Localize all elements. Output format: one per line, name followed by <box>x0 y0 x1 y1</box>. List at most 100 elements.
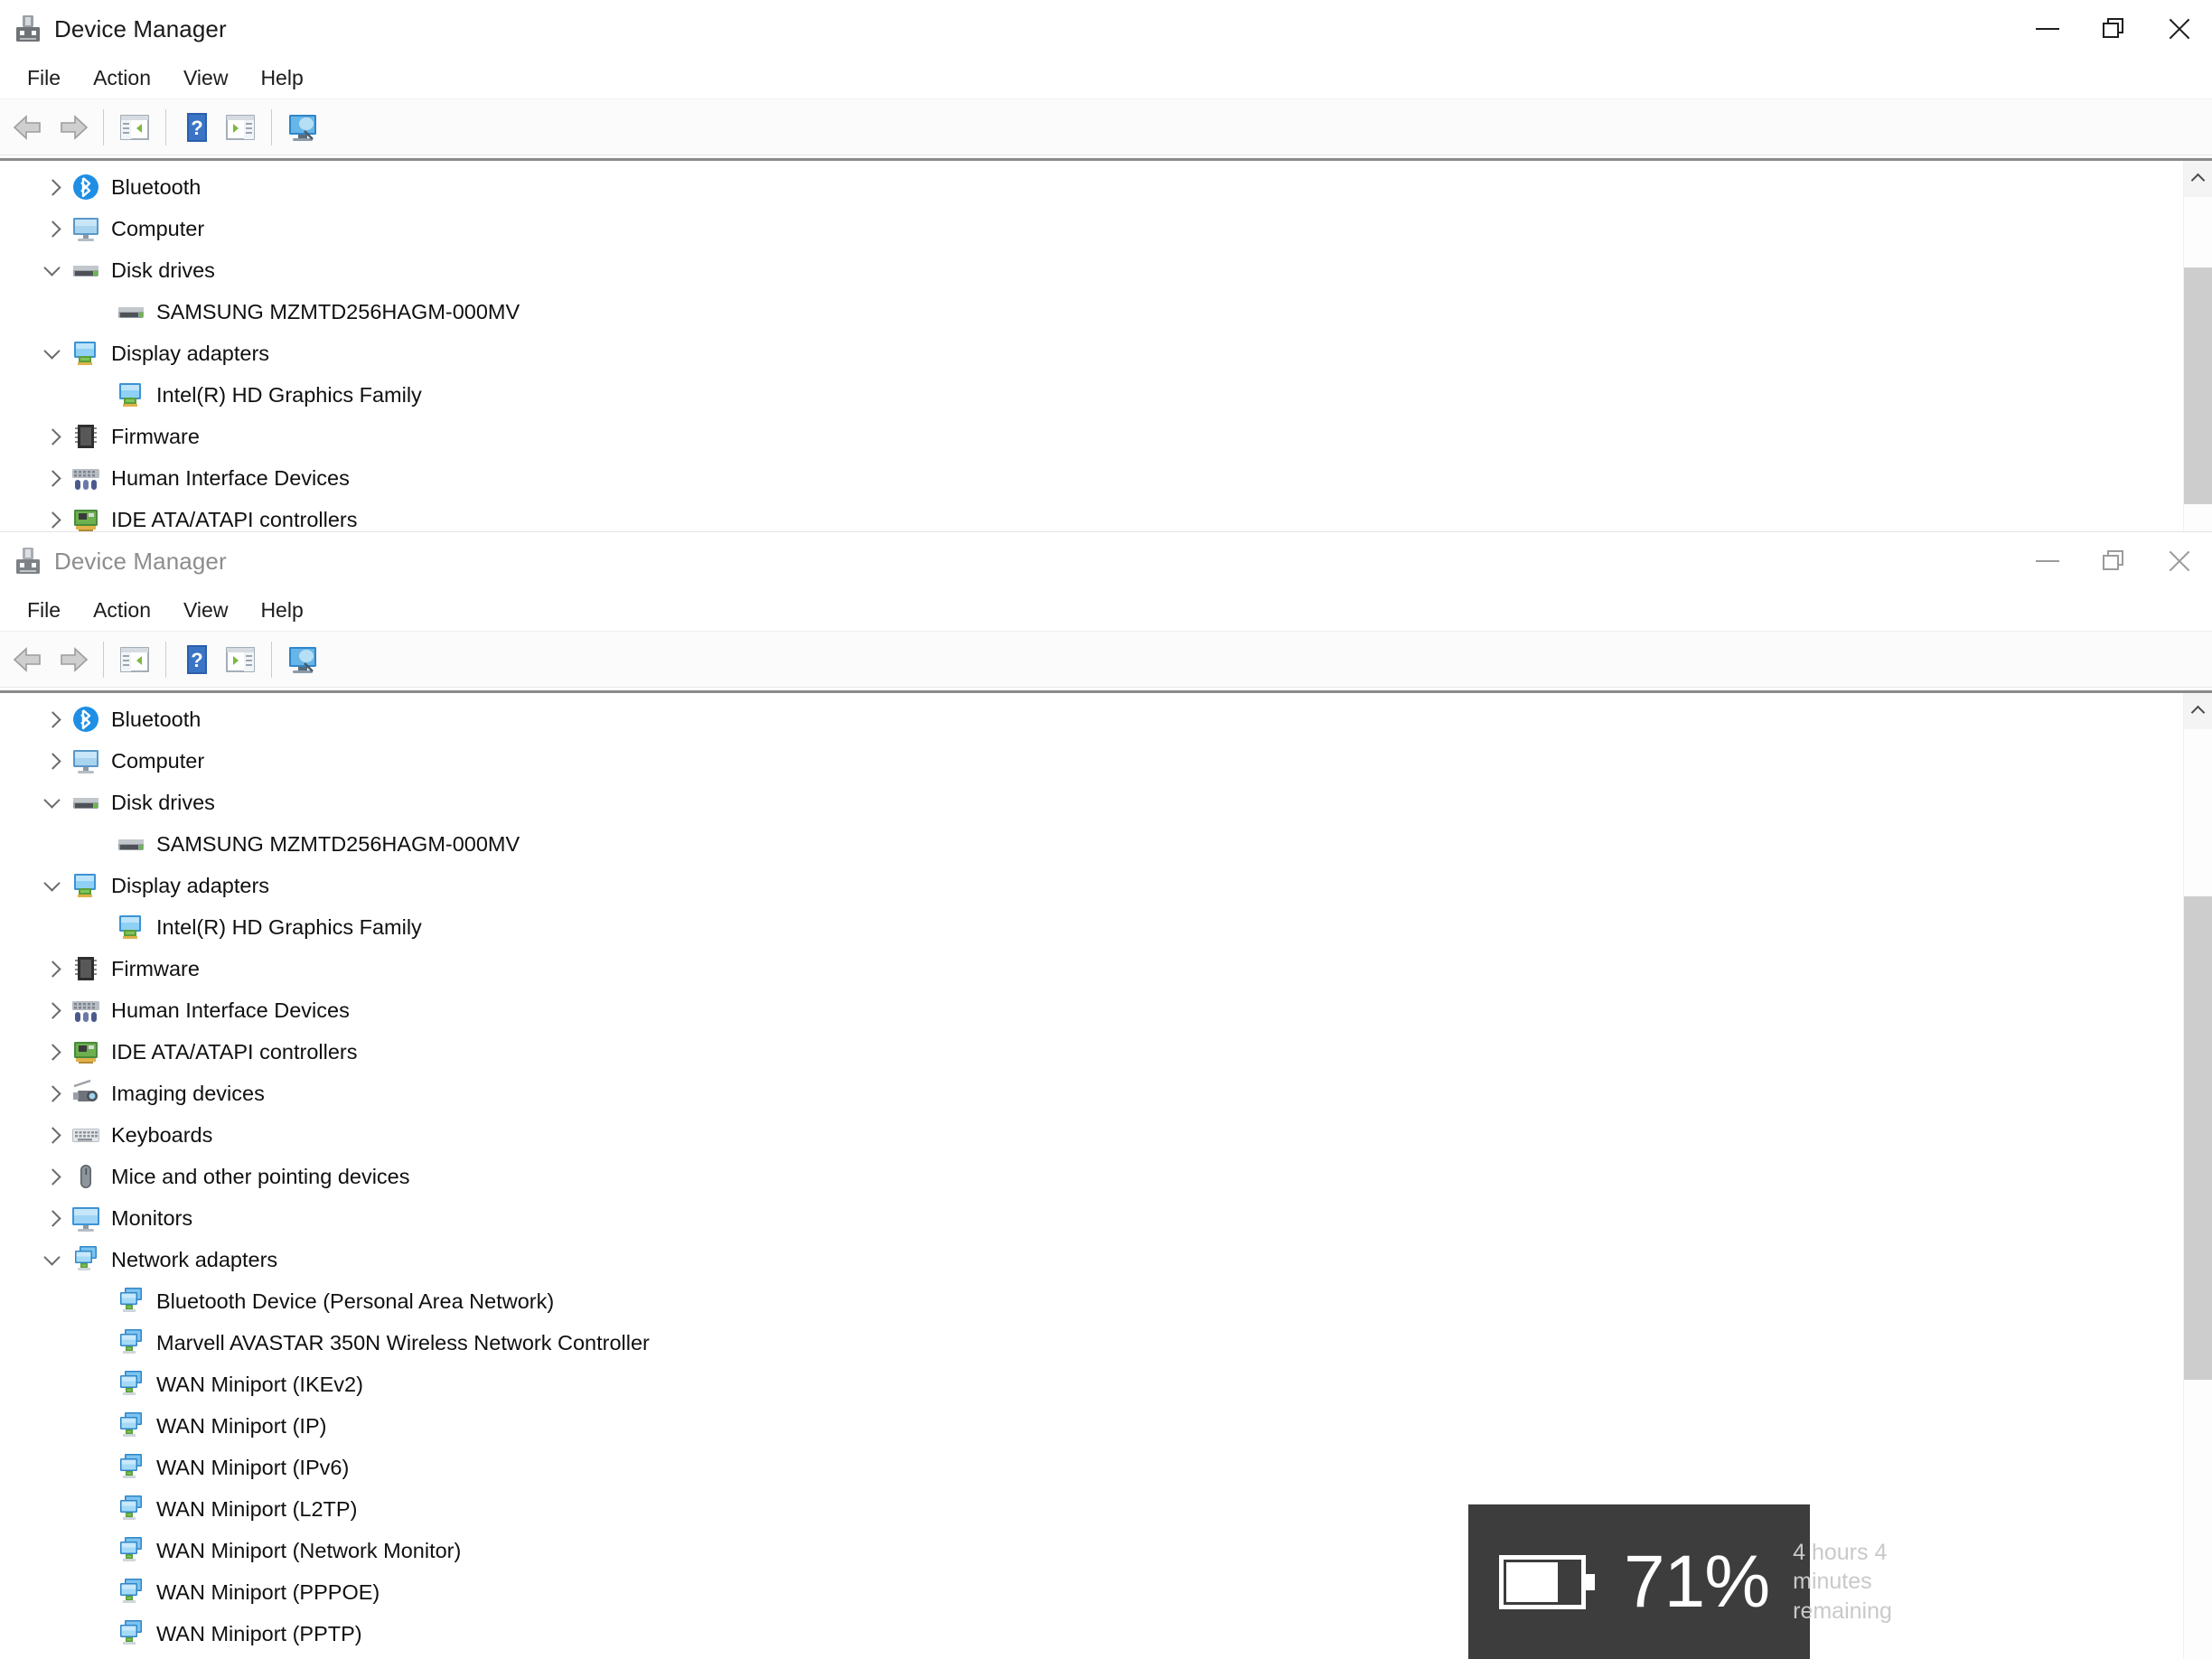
back-button[interactable] <box>7 106 51 149</box>
network-adapter-icon <box>116 1535 146 1566</box>
device-tree-row[interactable]: Bluetooth Device (Personal Area Network) <box>0 1280 2212 1322</box>
expand-toggle[interactable] <box>38 1031 65 1073</box>
menu-file[interactable]: File <box>11 595 77 626</box>
minimize-button[interactable] <box>2014 532 2080 590</box>
collapse-toggle[interactable] <box>38 865 65 906</box>
device-tree-row[interactable]: Marvell AVASTAR 350N Wireless Network Co… <box>0 1322 2212 1364</box>
device-tree-label: Disk drives <box>111 790 215 814</box>
expand-toggle[interactable] <box>38 989 65 1031</box>
collapse-toggle[interactable] <box>38 333 65 374</box>
menu-view[interactable]: View <box>167 595 244 626</box>
expand-toggle[interactable] <box>38 1197 65 1239</box>
device-tree-label: Mice and other pointing devices <box>111 1164 410 1188</box>
device-tree-row[interactable]: Keyboards <box>0 1114 2212 1156</box>
scroll-up-button[interactable] <box>2184 161 2212 197</box>
properties-button[interactable] <box>219 638 262 681</box>
device-tree-row[interactable]: Computer <box>0 740 2212 782</box>
restore-button[interactable] <box>2080 0 2146 58</box>
window-1-titlebar[interactable]: Device Manager <box>0 0 2212 58</box>
chevron-right-icon <box>43 220 61 238</box>
expand-toggle[interactable] <box>38 1114 65 1156</box>
device-tree-row[interactable]: SAMSUNG MZMTD256HAGM-000MV <box>0 291 2212 333</box>
scroll-up-button[interactable] <box>2184 693 2212 729</box>
device-tree-row[interactable]: Mice and other pointing devices <box>0 1156 2212 1197</box>
expand-toggle[interactable] <box>38 457 65 499</box>
scrollbar-thumb[interactable] <box>2184 896 2212 1380</box>
expand-toggle[interactable] <box>38 948 65 989</box>
device-tree-row[interactable]: Display adapters <box>0 865 2212 906</box>
window-2-titlebar[interactable]: Device Manager <box>0 532 2212 590</box>
device-tree-row[interactable]: Computer <box>0 208 2212 249</box>
menu-help[interactable]: Help <box>244 62 319 94</box>
expand-toggle[interactable] <box>38 1073 65 1114</box>
imaging-device-icon <box>70 1078 101 1109</box>
device-tree-row[interactable]: WAN Miniport (L2TP) <box>0 1488 2212 1530</box>
device-tree-row[interactable]: WAN Miniport (IP) <box>0 1405 2212 1447</box>
help-button[interactable]: ? <box>175 638 219 681</box>
collapse-toggle[interactable] <box>38 782 65 823</box>
expand-toggle[interactable] <box>38 416 65 457</box>
battery-notification-toast[interactable]: 71% 4 hours 4 minutes remaining <box>1468 1504 1892 1659</box>
device-tree-row[interactable]: WAN Miniport (IPv6) <box>0 1447 2212 1488</box>
device-tree-row[interactable]: Human Interface Devices <box>0 457 2212 499</box>
device-tree-row[interactable]: Bluetooth <box>0 166 2212 208</box>
menu-view[interactable]: View <box>167 62 244 94</box>
device-tree-row[interactable]: Imaging devices <box>0 1073 2212 1114</box>
device-tree-row[interactable]: Intel(R) HD Graphics Family <box>0 374 2212 416</box>
window-2-toolbar: ? <box>0 632 2212 688</box>
properties-button[interactable] <box>219 106 262 149</box>
device-tree-row[interactable]: SAMSUNG MZMTD256HAGM-000MV <box>0 823 2212 865</box>
restore-button[interactable] <box>2080 532 2146 590</box>
expand-toggle[interactable] <box>38 740 65 782</box>
device-tree-row[interactable]: Firmware <box>0 948 2212 989</box>
scan-for-hardware-changes-button[interactable] <box>281 638 324 681</box>
restore-icon <box>2102 550 2124 572</box>
menu-action[interactable]: Action <box>77 595 167 626</box>
menu-help[interactable]: Help <box>244 595 319 626</box>
device-tree-row[interactable]: IDE ATA/ATAPI controllers <box>0 1031 2212 1073</box>
display-adapter-icon <box>116 380 146 410</box>
menu-action[interactable]: Action <box>77 62 167 94</box>
device-tree-row[interactable]: Disk drives <box>0 782 2212 823</box>
back-button[interactable] <box>7 638 51 681</box>
device-tree-row[interactable]: Monitors <box>0 1197 2212 1239</box>
device-tree-label: Display adapters <box>111 873 270 897</box>
device-tree-label: Bluetooth Device (Personal Area Network) <box>156 1289 555 1313</box>
forward-button[interactable] <box>51 638 94 681</box>
device-tree-row[interactable]: WAN Miniport (IKEv2) <box>0 1364 2212 1405</box>
device-manager-window-2[interactable]: Device Manager File Action View Help ? B… <box>0 531 2212 1659</box>
expand-toggle[interactable] <box>38 698 65 740</box>
device-tree-row[interactable]: Display adapters <box>0 333 2212 374</box>
collapse-toggle[interactable] <box>38 1239 65 1280</box>
device-tree-row[interactable]: Intel(R) HD Graphics Family <box>0 906 2212 948</box>
show-hide-console-tree-button[interactable] <box>113 638 156 681</box>
close-button[interactable] <box>2146 532 2212 590</box>
device-tree-row[interactable]: Bluetooth <box>0 698 2212 740</box>
window-2-vertical-scrollbar[interactable] <box>2183 693 2212 1659</box>
scrollbar-thumb[interactable] <box>2184 267 2212 504</box>
device-tree-label: WAN Miniport (IPv6) <box>156 1455 350 1479</box>
show-hide-console-tree-button[interactable] <box>113 106 156 149</box>
window-2-device-tree[interactable]: Bluetooth Computer Disk drives SAMSUNG M… <box>0 690 2212 1659</box>
device-manager-window-1[interactable]: Device Manager File Action View Help ? B… <box>0 0 2212 542</box>
properties-icon <box>226 646 255 672</box>
device-tree-row[interactable]: Disk drives <box>0 249 2212 291</box>
collapse-toggle[interactable] <box>38 249 65 291</box>
help-button[interactable]: ? <box>175 106 219 149</box>
scan-for-hardware-changes-button[interactable] <box>281 106 324 149</box>
close-button[interactable] <box>2146 0 2212 58</box>
expand-toggle[interactable] <box>38 208 65 249</box>
minimize-button[interactable] <box>2014 0 2080 58</box>
device-tree-row[interactable]: Firmware <box>0 416 2212 457</box>
device-tree-row[interactable]: Human Interface Devices <box>0 989 2212 1031</box>
window-1-vertical-scrollbar[interactable] <box>2183 161 2212 542</box>
display-adapter-icon <box>70 870 101 901</box>
expand-toggle[interactable] <box>38 166 65 208</box>
window-1-device-tree[interactable]: Bluetooth Computer Disk drives SAMSUNG M… <box>0 158 2212 542</box>
forward-button[interactable] <box>51 106 94 149</box>
expand-toggle[interactable] <box>38 1156 65 1197</box>
window-2-controls <box>2014 532 2212 590</box>
scan-hardware-icon <box>289 114 316 141</box>
device-tree-row[interactable]: Network adapters <box>0 1239 2212 1280</box>
menu-file[interactable]: File <box>11 62 77 94</box>
